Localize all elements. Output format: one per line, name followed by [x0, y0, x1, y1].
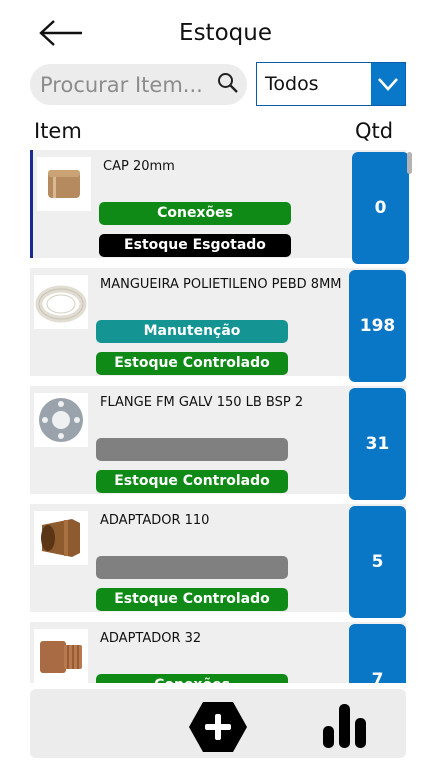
chevron-down-icon	[378, 78, 398, 91]
column-header-item: Item	[34, 119, 82, 143]
category-badge: Conexões	[96, 674, 288, 683]
status-badge: Estoque Esgotado	[99, 234, 291, 257]
quantity-badge: 7	[349, 624, 406, 683]
list-item[interactable]: FLANGE FM GALV 150 LB BSP 2 Estoque Cont…	[30, 386, 406, 500]
category-badge	[96, 556, 288, 579]
item-name: ADAPTADOR 32	[100, 631, 202, 646]
list-scrollbar[interactable]	[407, 152, 412, 174]
status-badge: Estoque Controlado	[96, 352, 288, 375]
list-item[interactable]: ADAPTADOR 32 Conexões 7	[30, 622, 406, 683]
item-name: ADAPTADOR 110	[100, 513, 210, 528]
filter-selected-value: Todos	[265, 73, 319, 95]
pipe-adapter-icon	[40, 641, 82, 673]
item-image	[34, 629, 88, 683]
search-icon[interactable]	[217, 72, 239, 94]
list-item[interactable]: MANGUEIRA POLIETILENO PEBD 8MM Manutençã…	[30, 268, 406, 382]
flange-icon	[39, 398, 83, 442]
search-input[interactable]	[40, 64, 212, 105]
pipe-adapter-icon	[41, 519, 80, 557]
quantity-badge: 0	[352, 152, 409, 264]
list-item[interactable]: CAP 20mm Conexões Estoque Esgotado 0	[30, 150, 409, 264]
item-image	[37, 157, 91, 211]
item-name: MANGUEIRA POLIETILENO PEBD 8MM	[100, 277, 342, 292]
item-name: CAP 20mm	[103, 159, 175, 174]
page-title: Estoque	[179, 20, 272, 46]
category-filter-dropdown[interactable]: Todos	[256, 62, 406, 106]
item-image	[34, 393, 88, 447]
item-image	[34, 511, 88, 565]
quantity-badge: 5	[349, 506, 406, 618]
category-badge	[96, 438, 288, 461]
add-icon[interactable]	[188, 701, 248, 753]
hose-coil-icon	[35, 285, 87, 323]
list-item[interactable]: ADAPTADOR 110 Estoque Controlado 5	[30, 504, 406, 618]
quantity-badge: 198	[349, 270, 406, 382]
category-badge: Manutenção	[96, 320, 288, 343]
status-badge: Estoque Controlado	[96, 470, 288, 493]
search-box[interactable]	[30, 64, 247, 105]
status-badge: Estoque Controlado	[96, 588, 288, 611]
bar-chart-icon[interactable]	[322, 704, 368, 750]
column-header-qtd: Qtd	[355, 119, 394, 143]
quantity-badge: 31	[349, 388, 406, 500]
dropdown-toggle-button[interactable]	[371, 63, 405, 105]
item-name: FLANGE FM GALV 150 LB BSP 2	[100, 395, 304, 410]
item-image	[34, 275, 88, 329]
category-badge: Conexões	[99, 202, 291, 225]
pipe-cap-icon	[48, 170, 80, 198]
inventory-list[interactable]: CAP 20mm Conexões Estoque Esgotado 0 MAN…	[30, 148, 418, 683]
